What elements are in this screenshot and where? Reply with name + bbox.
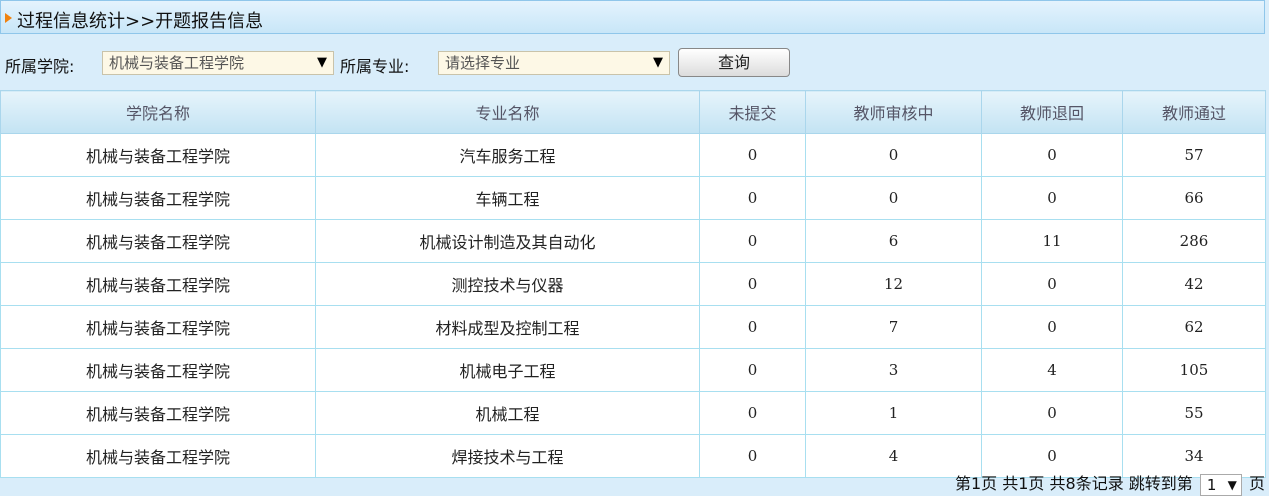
table-cell: 4 — [981, 348, 1123, 392]
pagination: 第1页 共1页 共8条记录 跳转到第 1 ▼ 页 — [955, 470, 1265, 496]
college-select-value: 机械与装备工程学院 — [109, 54, 245, 72]
table-cell: 机械工程 — [315, 391, 700, 435]
table-cell: 0 — [699, 391, 806, 435]
table-cell: 0 — [981, 133, 1123, 177]
dropdown-arrow-icon: ▼ — [317, 55, 327, 70]
table-cell: 0 — [699, 348, 806, 392]
table-cell: 0 — [699, 133, 806, 177]
table-cell: 6 — [805, 219, 982, 263]
dropdown-arrow-icon: ▼ — [653, 55, 663, 70]
table-row: 机械与装备工程学院 机械工程 0 1 0 55 — [0, 391, 1266, 435]
table-row: 机械与装备工程学院 测控技术与仪器 0 12 0 42 — [0, 262, 1266, 306]
page-title: 过程信息统计>>开题报告信息 — [17, 11, 264, 32]
table-cell: 0 — [699, 176, 806, 220]
statistics-table: 学院名称 专业名称 未提交 教师审核中 教师退回 教师通过 机械与装备工程学院 汽车服务工程… — [0, 90, 1266, 478]
page-select-value: 1 — [1206, 475, 1217, 494]
column-header: 未提交 — [699, 90, 806, 134]
pagination-suffix: 页 — [1248, 474, 1265, 493]
table-row: 机械与装备工程学院 汽车服务工程 0 0 0 57 — [0, 133, 1266, 177]
table-cell: 机械与装备工程学院 — [0, 391, 316, 435]
table-cell: 0 — [699, 219, 806, 263]
college-select[interactable]: 机械与装备工程学院 ▼ — [102, 51, 334, 75]
major-label: 所属专业: — [340, 57, 410, 76]
query-button[interactable]: 查询 — [678, 48, 790, 77]
table-cell: 0 — [805, 133, 982, 177]
filter-bar: 所属学院: 机械与装备工程学院 ▼ 所属专业: 请选择专业 ▼ 查询 — [0, 36, 1269, 90]
table-row: 机械与装备工程学院 材料成型及控制工程 0 7 0 62 — [0, 305, 1266, 349]
table-cell: 0 — [699, 434, 806, 478]
table-cell: 机械与装备工程学院 — [0, 348, 316, 392]
major-select[interactable]: 请选择专业 ▼ — [438, 51, 670, 75]
column-header: 教师退回 — [981, 90, 1123, 134]
table-cell: 55 — [1122, 391, 1266, 435]
page-select[interactable]: 1 ▼ — [1199, 473, 1242, 496]
table-cell: 0 — [699, 305, 806, 349]
column-header: 教师通过 — [1122, 90, 1266, 134]
table-cell: 0 — [981, 391, 1123, 435]
column-header: 专业名称 — [315, 90, 700, 134]
table-cell: 0 — [981, 176, 1123, 220]
table-cell: 车辆工程 — [315, 176, 700, 220]
table-cell: 7 — [805, 305, 982, 349]
table-cell: 机械与装备工程学院 — [0, 434, 316, 478]
table-cell: 汽车服务工程 — [315, 133, 700, 177]
table-row: 机械与装备工程学院 车辆工程 0 0 0 66 — [0, 176, 1266, 220]
table-cell: 0 — [805, 176, 982, 220]
table-header-row: 学院名称 专业名称 未提交 教师审核中 教师退回 教师通过 — [0, 90, 1266, 134]
table-cell: 0 — [981, 305, 1123, 349]
table-cell: 62 — [1122, 305, 1266, 349]
table-cell: 焊接技术与工程 — [315, 434, 700, 478]
table-cell: 42 — [1122, 262, 1266, 306]
table-row: 机械与装备工程学院 机械设计制造及其自动化 0 6 11 286 — [0, 219, 1266, 263]
title-bar: 过程信息统计>>开题报告信息 — [0, 0, 1265, 34]
table-cell: 0 — [981, 262, 1123, 306]
college-label: 所属学院: — [5, 57, 75, 76]
table-cell: 机械与装备工程学院 — [0, 219, 316, 263]
dropdown-arrow-icon: ▼ — [1227, 477, 1237, 492]
major-select-value: 请选择专业 — [445, 54, 521, 72]
table-cell: 机械与装备工程学院 — [0, 133, 316, 177]
table-cell: 12 — [805, 262, 982, 306]
table-cell: 11 — [981, 219, 1123, 263]
table-cell: 57 — [1122, 133, 1266, 177]
table-cell: 机械设计制造及其自动化 — [315, 219, 700, 263]
table-cell: 286 — [1122, 219, 1266, 263]
column-header: 学院名称 — [0, 90, 316, 134]
table-cell: 机械与装备工程学院 — [0, 305, 316, 349]
table-cell: 3 — [805, 348, 982, 392]
table-cell: 1 — [805, 391, 982, 435]
pagination-summary: 第1页 共1页 共8条记录 跳转到第 — [954, 474, 1193, 493]
table-cell: 机械与装备工程学院 — [0, 176, 316, 220]
table-cell: 105 — [1122, 348, 1266, 392]
table-row: 机械与装备工程学院 机械电子工程 0 3 4 105 — [0, 348, 1266, 392]
table-cell: 测控技术与仪器 — [315, 262, 700, 306]
table-cell: 材料成型及控制工程 — [315, 305, 700, 349]
table-cell: 机械与装备工程学院 — [0, 262, 316, 306]
arrow-right-icon — [5, 13, 12, 23]
table-cell: 机械电子工程 — [315, 348, 700, 392]
column-header: 教师审核中 — [805, 90, 982, 134]
table-cell: 0 — [699, 262, 806, 306]
table-cell: 66 — [1122, 176, 1266, 220]
